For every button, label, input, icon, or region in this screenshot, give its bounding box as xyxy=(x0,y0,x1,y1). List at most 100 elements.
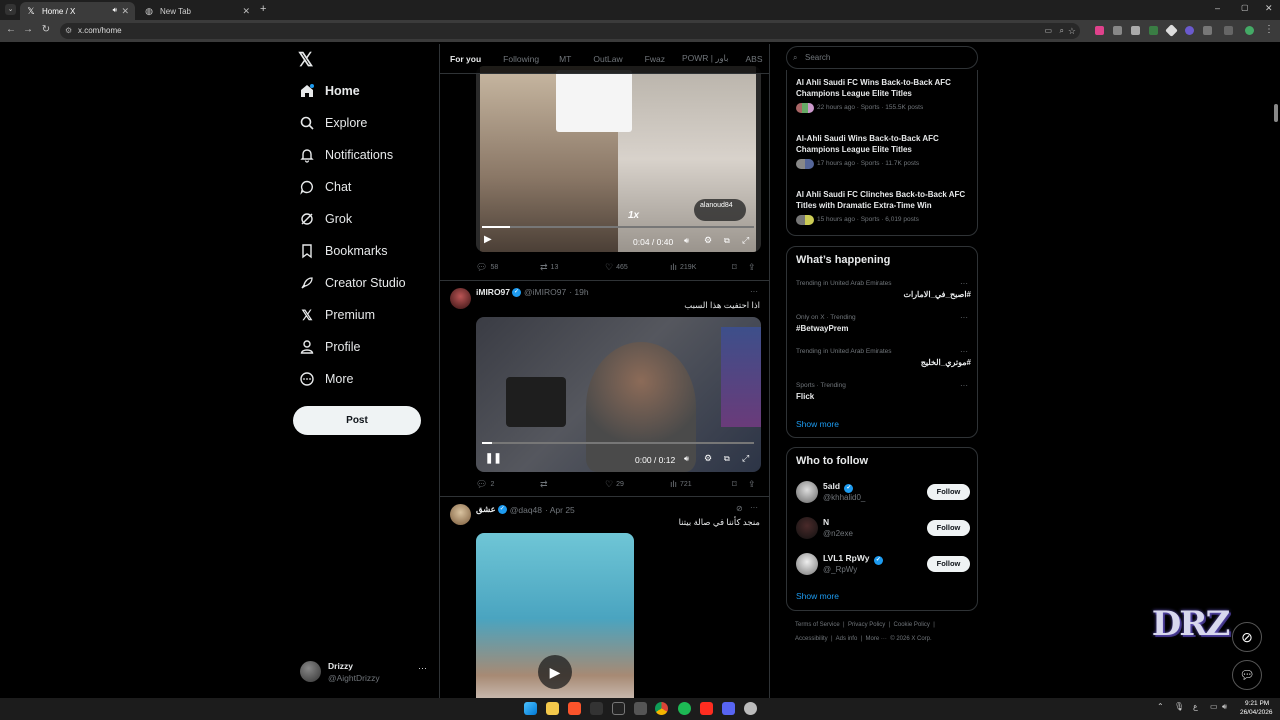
grok-floating-button[interactable]: ⊘ xyxy=(1232,622,1262,652)
fullscreen-icon[interactable]: ⤢ xyxy=(742,235,749,246)
video-player[interactable]: alanoud84 1x ▶ 0:04 / 0:40 🔊︎ ⚙︎ ⧉ ⤢ xyxy=(476,66,761,252)
author-handle[interactable]: @iMIRO97 xyxy=(524,287,566,297)
follow-button[interactable]: Follow xyxy=(927,520,970,536)
tab-abs[interactable]: ABS xyxy=(746,54,763,64)
video-progress-track[interactable] xyxy=(482,226,754,228)
news-item-title[interactable]: Al-Ahli Saudi Wins Back-to-Back AFC Cham… xyxy=(796,133,974,155)
chrome-menu-icon[interactable]: ⋮ xyxy=(1262,24,1276,35)
brave-icon[interactable] xyxy=(568,702,581,715)
sidebar-item-explore[interactable]: Explore xyxy=(298,111,367,135)
bookmark-button[interactable]: ⌑ xyxy=(732,479,748,490)
sidebar-item-bookmarks[interactable]: Bookmarks xyxy=(298,239,388,263)
extension-icon[interactable] xyxy=(1185,26,1194,35)
maximize-icon[interactable]: ▢ xyxy=(1241,3,1249,12)
bookmark-button[interactable]: ⌑ xyxy=(732,262,748,273)
tab-powr[interactable]: POWR | باور xyxy=(682,53,729,64)
language-icon[interactable]: ع xyxy=(1193,702,1198,711)
volume-icon[interactable]: 🔊︎ xyxy=(684,454,689,464)
page-scrollbar[interactable] xyxy=(1274,104,1278,122)
close-window-icon[interactable]: ✕ xyxy=(1265,3,1273,14)
views-button[interactable]: ılı 721 xyxy=(670,479,732,489)
extensions-puzzle-icon[interactable] xyxy=(1203,26,1212,35)
trend-name[interactable]: #BetwayPrem xyxy=(796,324,971,333)
volume-icon[interactable]: 🔊︎ xyxy=(1222,702,1227,712)
sidebar-item-profile[interactable]: Profile xyxy=(298,335,360,359)
search-input[interactable]: ⌕ Search xyxy=(786,46,978,69)
settings-gear-icon[interactable]: ⚙︎ xyxy=(704,235,712,246)
sidebar-item-more[interactable]: More xyxy=(298,367,353,391)
privacy-link[interactable]: Privacy Policy xyxy=(848,622,885,628)
clock-time[interactable]: 9:21 PM xyxy=(1245,700,1269,707)
mic-icon[interactable]: 🎙︎ xyxy=(1174,702,1184,711)
tab-outlaw[interactable]: OutLaw xyxy=(593,54,622,64)
play-icon[interactable]: ▶ xyxy=(484,234,492,245)
avatar[interactable] xyxy=(450,504,471,525)
profile-avatar-icon[interactable] xyxy=(1245,26,1254,35)
new-tab-button[interactable]: + xyxy=(260,3,266,15)
avatar[interactable] xyxy=(450,288,471,309)
news-item-title[interactable]: Al Ahli Saudi FC Clinches Back-to-Back A… xyxy=(796,189,974,211)
chat-floating-button[interactable]: 💬︎ xyxy=(1232,660,1262,690)
trend-name[interactable]: #اصبح_في_الامارات xyxy=(796,290,971,299)
share-button[interactable]: ⇪ xyxy=(748,479,759,490)
sidebar-item-grok[interactable]: Grok xyxy=(298,207,352,231)
roblox-icon[interactable] xyxy=(634,702,647,715)
ads-info-link[interactable]: Ads info xyxy=(836,636,858,642)
adobe-icon[interactable] xyxy=(700,702,713,715)
account-switcher[interactable]: Drizzy @AightDrizzy ··· xyxy=(298,658,433,686)
follow-button[interactable]: Follow xyxy=(927,484,970,500)
forward-icon[interactable]: → xyxy=(21,24,35,35)
trend-name[interactable]: Flick xyxy=(796,392,971,401)
show-more-link[interactable]: Show more xyxy=(796,591,839,601)
views-button[interactable]: ılı 219K xyxy=(670,262,732,272)
file-explorer-icon[interactable] xyxy=(546,702,559,715)
play-button-icon[interactable]: ▶ xyxy=(538,655,572,689)
minimize-icon[interactable]: – xyxy=(1215,3,1220,13)
tab-mt[interactable]: MT xyxy=(559,54,571,64)
tweet-time[interactable]: · Apr 25 xyxy=(545,505,575,515)
follow-name[interactable]: 5ald ✓ xyxy=(823,481,854,493)
x-logo-icon[interactable]: 𝕏 xyxy=(298,49,313,72)
back-icon[interactable]: ← xyxy=(4,24,18,35)
ellipsis-icon[interactable]: ··· xyxy=(960,279,968,288)
author-handle[interactable]: @daq48 xyxy=(510,505,542,515)
tab-following[interactable]: Following xyxy=(503,54,539,64)
avatar[interactable] xyxy=(796,553,818,575)
reload-icon[interactable]: ↻ xyxy=(39,24,53,35)
fullscreen-icon[interactable]: ⤢ xyxy=(742,453,749,464)
windows-start-icon[interactable] xyxy=(524,702,537,715)
app-icon[interactable] xyxy=(744,702,757,715)
tab-for-you[interactable]: For you xyxy=(450,54,481,64)
avatar[interactable] xyxy=(796,517,818,539)
pause-icon[interactable]: ❚❚ xyxy=(485,453,502,464)
sidebar-toggle-icon[interactable] xyxy=(1224,26,1233,35)
follow-name[interactable]: N xyxy=(823,517,829,527)
accessibility-link[interactable]: Accessibility xyxy=(795,636,828,642)
grok-icon[interactable]: ⊘ xyxy=(736,504,743,513)
app-icon[interactable] xyxy=(612,702,625,715)
pip-icon[interactable]: ⧉ xyxy=(724,236,730,246)
extension-icon[interactable] xyxy=(1131,26,1140,35)
ellipsis-icon[interactable]: ··· xyxy=(418,663,427,673)
sidebar-item-creator-studio[interactable]: Creator Studio xyxy=(298,271,406,295)
bookmark-star-icon[interactable]: ☆ xyxy=(1068,23,1076,39)
retweet-button[interactable]: ⇄ xyxy=(540,479,605,490)
capcut-icon[interactable] xyxy=(590,702,603,715)
browser-tab-home[interactable]: 𝕏 Home / X 🔊︎ ✕ xyxy=(20,2,135,20)
follow-button[interactable]: Follow xyxy=(927,556,970,572)
sidebar-item-home[interactable]: Home xyxy=(298,79,360,103)
sidebar-item-notifications[interactable]: Notifications xyxy=(298,143,393,167)
video-progress-track[interactable] xyxy=(482,442,754,444)
ellipsis-icon[interactable]: ··· xyxy=(960,381,968,390)
sidebar-item-chat[interactable]: Chat xyxy=(298,175,351,199)
video-player[interactable]: ▶ xyxy=(476,533,634,720)
video-player[interactable]: ❚❚ 0:00 / 0:12 🔊︎ ⚙︎ ⧉ ⤢ xyxy=(476,317,761,472)
retweet-button[interactable]: ⇄ 13 xyxy=(540,262,605,273)
ellipsis-icon[interactable]: ··· xyxy=(750,287,758,296)
share-button[interactable]: ⇪ xyxy=(748,262,759,273)
tweet-time[interactable]: · 19h xyxy=(569,287,588,297)
pip-icon[interactable]: ⧉ xyxy=(724,454,730,464)
close-tab-icon[interactable]: ✕ xyxy=(242,6,250,17)
reply-button[interactable]: 💬︎ 2 xyxy=(476,479,540,490)
avatar[interactable] xyxy=(796,481,818,503)
